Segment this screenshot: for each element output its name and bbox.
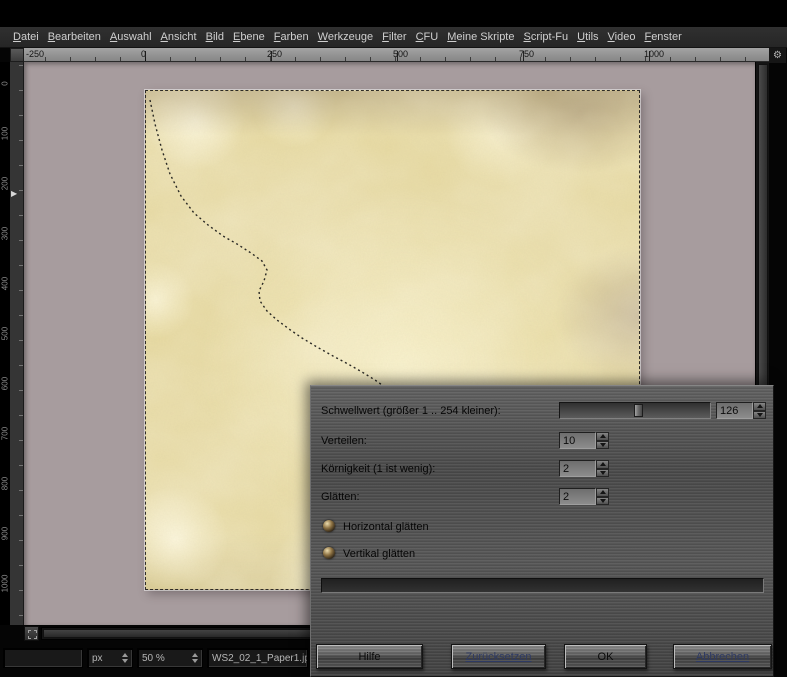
grain-spinner[interactable] <box>596 460 609 477</box>
spread-value-field[interactable]: 10 <box>559 432 596 449</box>
zoom-value: 50 % <box>142 653 165 664</box>
menu-item-auswahl[interactable]: Auswahl <box>110 31 152 43</box>
spin-down-icon[interactable] <box>596 441 609 450</box>
smooth-row: Glätten: 2 <box>321 488 765 506</box>
v-ruler-label: 300 <box>1 223 10 245</box>
smooth-value-field[interactable]: 2 <box>559 488 596 505</box>
vertical-ruler-labels: 0 100 200 300 400 500 600 700 800 900 10… <box>0 62 10 625</box>
spin-down-icon[interactable] <box>596 497 609 506</box>
menu-item-video[interactable]: Video <box>608 31 636 43</box>
ruler-corner-gear-icon[interactable]: ⚙ <box>769 48 786 63</box>
reset-button-label: Zurücksetzen <box>465 651 531 663</box>
spin-up-icon[interactable] <box>753 402 766 411</box>
spread-value: 10 <box>563 435 575 447</box>
horizontal-smooth-radio[interactable] <box>323 520 335 532</box>
menu-item-werkzeuge[interactable]: Werkzeuge <box>318 31 373 43</box>
h-ruler-label: 500 <box>393 49 408 59</box>
v-ruler-label: 700 <box>1 423 10 445</box>
h-ruler-label: 1000 <box>644 49 664 59</box>
menu-item-bild[interactable]: Bild <box>206 31 224 43</box>
h-ruler-label: 750 <box>519 49 534 59</box>
menu-item-script-fu[interactable]: Script-Fu <box>523 31 568 43</box>
vertical-smooth-label: Vertikal glätten <box>343 545 415 563</box>
threshold-label: Schwellwert (größer 1 .. 254 kleiner): <box>321 402 501 420</box>
progress-bar <box>321 578 764 593</box>
grain-label: Körnigkeit (1 ist wenig): <box>321 460 435 478</box>
horizontal-ruler[interactable]: -250 0 250 500 750 1000 <box>24 48 770 62</box>
zoom-select[interactable]: 50 % <box>137 648 203 668</box>
spread-spinner[interactable] <box>596 432 609 449</box>
vertical-smooth-radio[interactable] <box>323 547 335 559</box>
title-bar <box>0 0 787 27</box>
spin-down-icon[interactable] <box>596 469 609 478</box>
menu-item-fenster[interactable]: Fenster <box>644 31 681 43</box>
threshold-spinner[interactable] <box>753 402 766 419</box>
spin-up-icon[interactable] <box>596 460 609 469</box>
help-button-label: Hilfe <box>358 651 380 663</box>
grain-row: Körnigkeit (1 ist wenig): 2 <box>321 460 765 478</box>
pointer-arrow-icon: ▶ <box>11 190 17 198</box>
threshold-value: 126 <box>720 405 738 417</box>
gimp-window: Datei Bearbeiten Auswahl Ansicht Bild Eb… <box>0 0 787 677</box>
unit-spinner-icon[interactable] <box>119 653 128 663</box>
menu-item-ebene[interactable]: Ebene <box>233 31 265 43</box>
vertical-ruler[interactable] <box>10 62 24 625</box>
vertical-smooth-row: Vertikal glätten <box>321 545 765 563</box>
threshold-value-field[interactable]: 126 <box>716 402 753 419</box>
v-ruler-label: 600 <box>1 373 10 395</box>
v-ruler-label: 1000 <box>1 573 10 595</box>
threshold-slider[interactable] <box>559 402 711 419</box>
zoom-spinner-icon[interactable] <box>189 653 198 663</box>
filename-status: WS2_02_1_Paper1.jp <box>207 648 308 668</box>
h-ruler-label: 250 <box>267 49 282 59</box>
help-button[interactable]: Hilfe <box>316 644 423 669</box>
threshold-row: Schwellwert (größer 1 .. 254 kleiner): 1… <box>321 402 765 420</box>
spin-up-icon[interactable] <box>596 488 609 497</box>
unit-select[interactable]: px <box>87 648 133 668</box>
grain-value-field[interactable]: 2 <box>559 460 596 477</box>
smooth-spinner[interactable] <box>596 488 609 505</box>
grain-value: 2 <box>563 463 569 475</box>
menu-item-cfu[interactable]: CFU <box>416 31 439 43</box>
horizontal-smooth-row: Horizontal glätten <box>321 518 765 536</box>
spread-label: Verteilen: <box>321 432 367 450</box>
ok-button-label: OK <box>598 651 614 663</box>
filename-text: WS2_02_1_Paper1.jp <box>212 653 308 664</box>
menu-item-farben[interactable]: Farben <box>274 31 309 43</box>
v-ruler-label: 100 <box>1 123 10 145</box>
menu-item-bearbeiten[interactable]: Bearbeiten <box>48 31 101 43</box>
ok-button[interactable]: OK <box>564 644 647 669</box>
v-ruler-label: 800 <box>1 473 10 495</box>
v-ruler-label: 0 <box>1 73 10 95</box>
reset-button[interactable]: Zurücksetzen <box>451 644 546 669</box>
h-ruler-label: 0 <box>141 49 146 59</box>
spin-down-icon[interactable] <box>753 411 766 420</box>
ruler-origin-button[interactable] <box>10 48 24 62</box>
threshold-slider-thumb[interactable] <box>634 404 643 417</box>
pointer-coords-field <box>3 648 83 668</box>
v-ruler-label: 500 <box>1 323 10 345</box>
script-fu-dialog: Schwellwert (größer 1 .. 254 kleiner): 1… <box>310 385 774 677</box>
menu-item-meine-skripte[interactable]: Meine Skripte <box>447 31 514 43</box>
spread-row: Verteilen: 10 <box>321 432 765 450</box>
v-ruler-label: 400 <box>1 273 10 295</box>
h-ruler-label: -250 <box>26 49 44 59</box>
v-ruler-label: 200 <box>1 173 10 195</box>
cancel-button[interactable]: Abbrechen <box>673 644 772 669</box>
spin-up-icon[interactable] <box>596 432 609 441</box>
menu-item-ansicht[interactable]: Ansicht <box>161 31 197 43</box>
menu-item-filter[interactable]: Filter <box>382 31 406 43</box>
menu-bar: Datei Bearbeiten Auswahl Ansicht Bild Eb… <box>0 27 787 48</box>
menu-item-utils[interactable]: Utils <box>577 31 598 43</box>
quickmask-toggle[interactable] <box>24 626 39 641</box>
menu-item-datei[interactable]: Datei <box>13 31 39 43</box>
horizontal-smooth-label: Horizontal glätten <box>343 518 429 536</box>
unit-value: px <box>92 653 103 664</box>
smooth-label: Glätten: <box>321 488 360 506</box>
cancel-button-label: Abbrechen <box>696 651 749 663</box>
smooth-value: 2 <box>563 491 569 503</box>
v-ruler-label: 900 <box>1 523 10 545</box>
